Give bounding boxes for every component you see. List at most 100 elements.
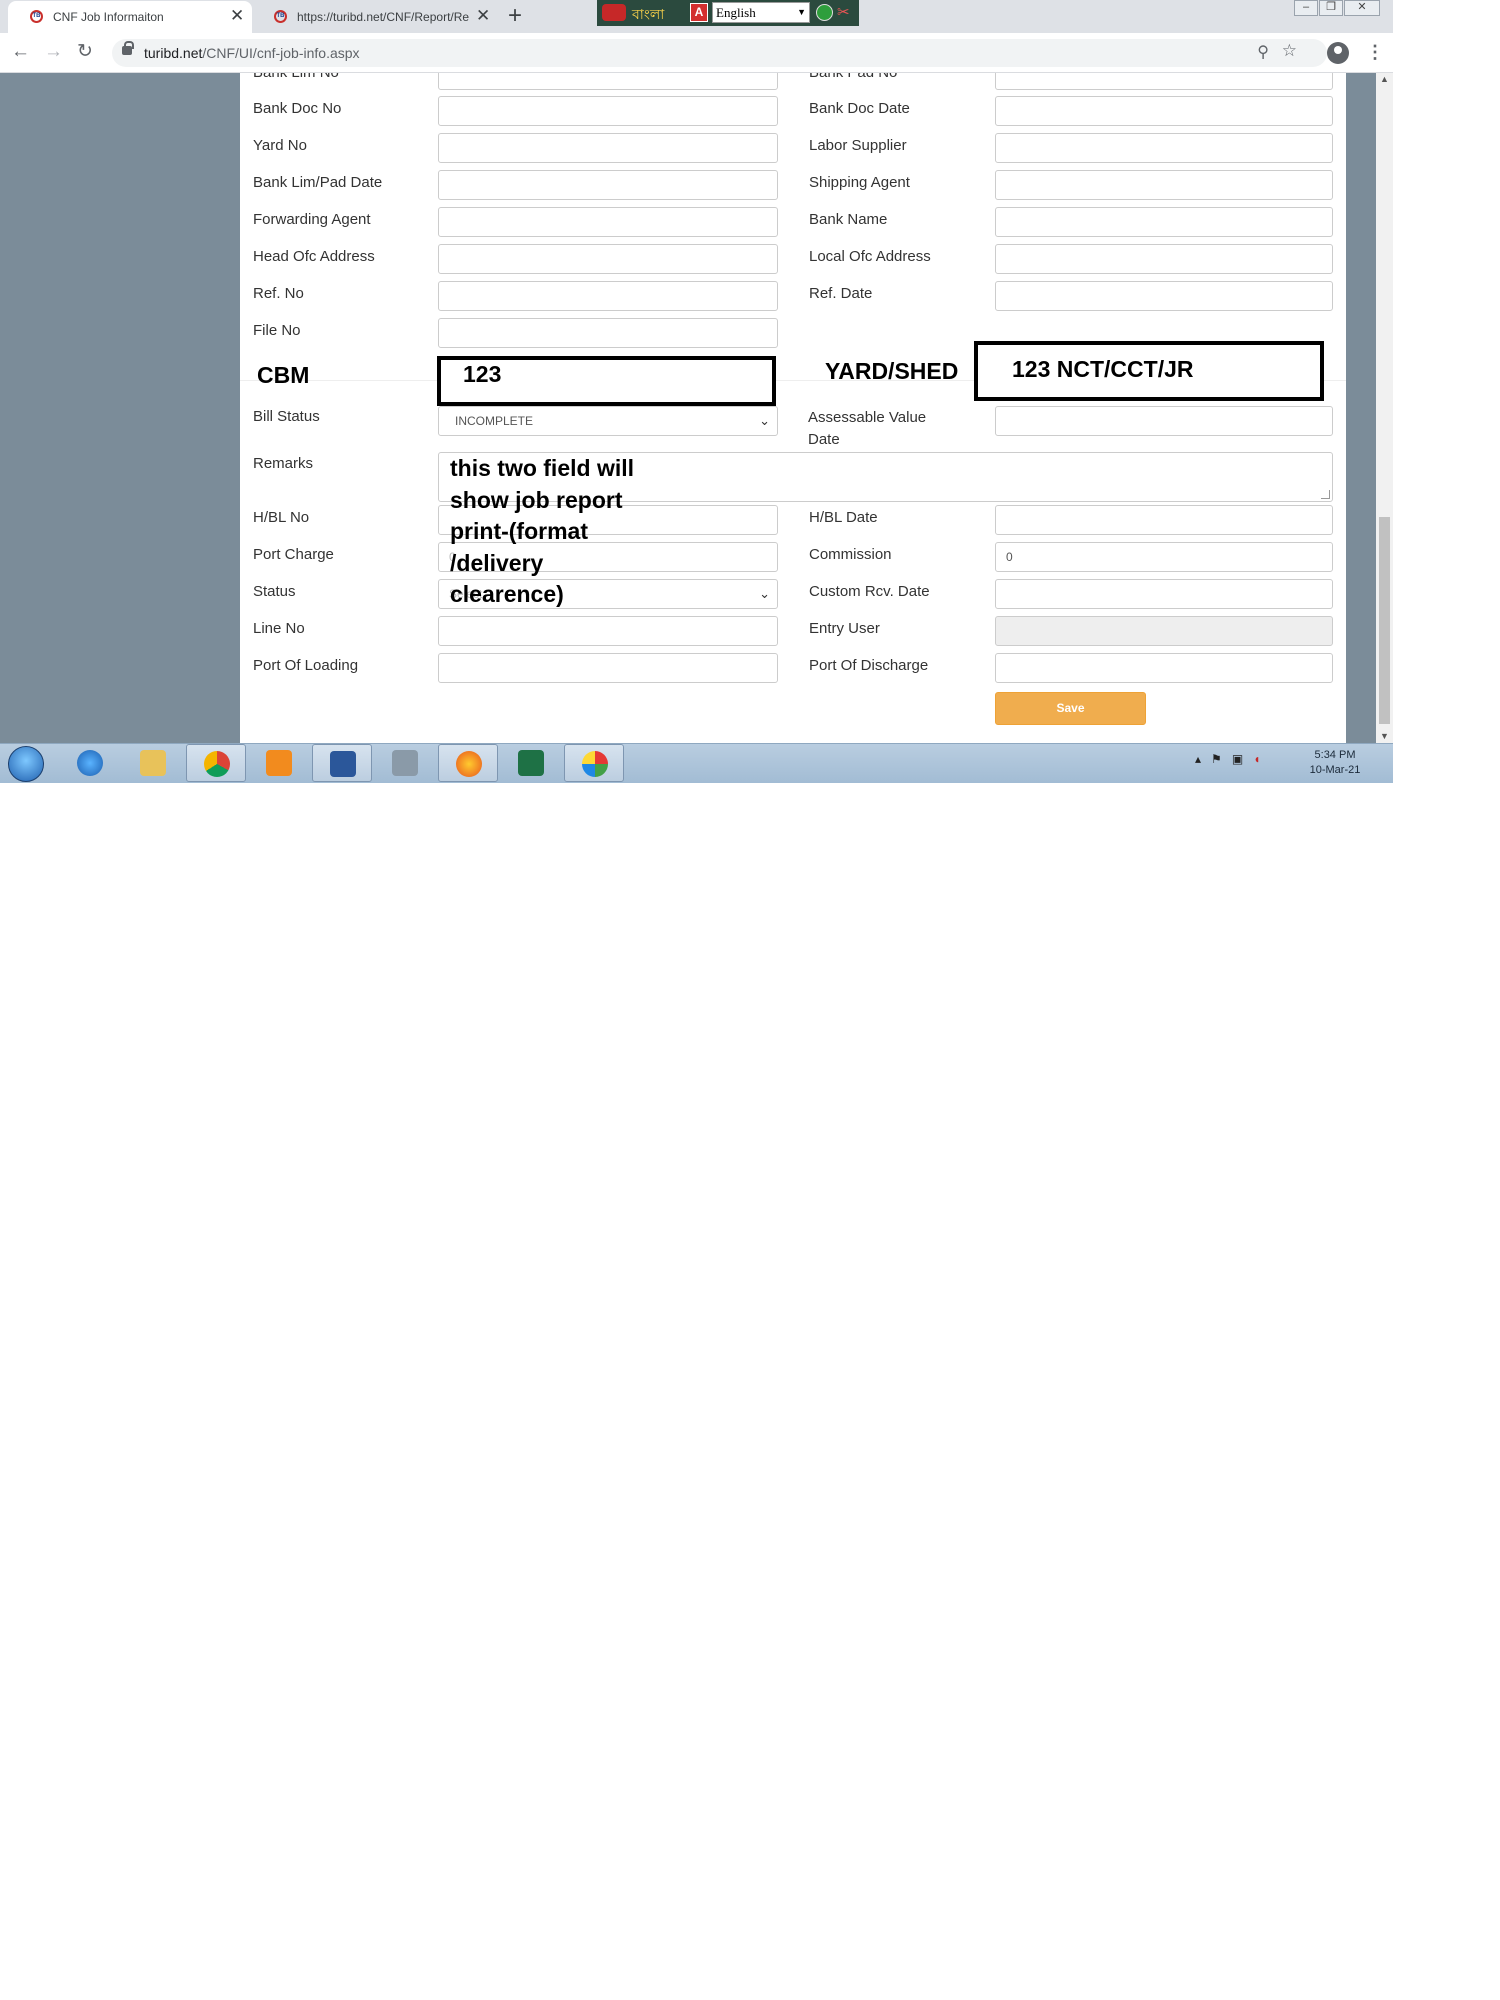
yard-no-label: Yard No bbox=[253, 137, 307, 154]
scrollbar-thumb[interactable] bbox=[1379, 517, 1390, 724]
bookmark-star-icon[interactable]: ☆ bbox=[1282, 41, 1297, 61]
save-button[interactable]: Save bbox=[995, 692, 1146, 725]
browser-menu-icon[interactable]: ⋮ bbox=[1366, 40, 1384, 64]
bank-lim-no-input[interactable] bbox=[438, 73, 778, 90]
bangla-keyboard-icon[interactable] bbox=[602, 4, 626, 21]
ref-no-label: Ref. No bbox=[253, 285, 304, 302]
reload-icon[interactable]: ↻ bbox=[77, 40, 93, 64]
bill-status-value: INCOMPLETE bbox=[455, 414, 534, 428]
head-ofc-address-input[interactable] bbox=[438, 244, 778, 274]
shipping-agent-input[interactable] bbox=[995, 170, 1333, 200]
paint-taskbar-icon[interactable] bbox=[564, 744, 624, 782]
bank-doc-no-label: Bank Doc No bbox=[253, 100, 342, 117]
network-icon[interactable]: ▣ bbox=[1232, 752, 1243, 766]
close-window-icon[interactable]: ✕ bbox=[1344, 0, 1380, 16]
shipping-agent-label: Shipping Agent bbox=[809, 174, 910, 191]
bill-status-select[interactable]: INCOMPLETE ⌄ bbox=[438, 406, 778, 436]
local-ofc-address-input[interactable] bbox=[995, 244, 1333, 274]
line-no-label: Line No bbox=[253, 620, 305, 637]
local-ofc-address-label: Local Ofc Address bbox=[809, 248, 931, 265]
bank-lim-pad-date-input[interactable] bbox=[438, 170, 778, 200]
restore-icon[interactable]: ❐ bbox=[1319, 0, 1343, 16]
forwarding-agent-input[interactable] bbox=[438, 207, 778, 237]
tb-logo-icon: TB bbox=[274, 10, 287, 23]
tab-report[interactable]: TB https://turibd.net/CNF/Report/Re ✕ bbox=[252, 1, 496, 33]
language-toolbar: বাংলা A English ▼ ✂ bbox=[597, 0, 859, 26]
taskbar-clock[interactable]: 5:34 PM 10-Mar-21 bbox=[1300, 748, 1370, 778]
file-no-input[interactable] bbox=[438, 318, 778, 348]
word-taskbar-icon[interactable] bbox=[312, 744, 372, 782]
labor-supplier-input[interactable] bbox=[995, 133, 1333, 163]
custom-rcv-date-input[interactable] bbox=[995, 579, 1333, 609]
url-host: turibd.net bbox=[144, 45, 203, 61]
ref-date-label: Ref. Date bbox=[809, 285, 873, 302]
resize-handle-icon[interactable] bbox=[1321, 490, 1330, 499]
line-no-input[interactable] bbox=[438, 616, 778, 646]
bank-doc-no-input[interactable] bbox=[438, 96, 778, 126]
page-scrollbar[interactable]: ▲ ▼ bbox=[1376, 73, 1393, 743]
port-of-discharge-label: Port Of Discharge bbox=[809, 657, 929, 674]
bank-name-input[interactable] bbox=[995, 207, 1333, 237]
port-of-loading-input[interactable] bbox=[438, 653, 778, 683]
file-no-label: File No bbox=[253, 322, 301, 339]
bank-name-label: Bank Name bbox=[809, 211, 888, 228]
bank-lim-pad-date-label: Bank Lim/Pad Date bbox=[253, 174, 383, 191]
scroll-down-icon[interactable]: ▼ bbox=[1380, 731, 1389, 741]
scroll-up-icon[interactable]: ▲ bbox=[1380, 74, 1389, 84]
flag-icon[interactable]: ⚑ bbox=[1211, 752, 1222, 766]
bill-status-label: Bill Status bbox=[253, 408, 320, 425]
commission-input[interactable]: 0 bbox=[995, 542, 1333, 572]
close-tab-icon[interactable]: ✕ bbox=[230, 6, 244, 26]
internet-explorer-taskbar-icon[interactable] bbox=[60, 744, 120, 782]
windows-start-icon[interactable] bbox=[8, 746, 44, 782]
network-printer-taskbar-icon[interactable] bbox=[375, 744, 435, 782]
bank-doc-date-label: Bank Doc Date bbox=[809, 100, 910, 117]
clock-date: 10-Mar-21 bbox=[1309, 764, 1361, 776]
status-label: Status bbox=[253, 583, 296, 600]
globe-icon[interactable] bbox=[816, 4, 833, 21]
assessable-value-date-input[interactable] bbox=[995, 406, 1333, 436]
lock-icon[interactable] bbox=[122, 41, 134, 55]
close-tab-icon[interactable]: ✕ bbox=[476, 6, 490, 26]
ref-no-input[interactable] bbox=[438, 281, 778, 311]
tb-logo-icon: TB bbox=[30, 10, 43, 23]
page-viewport: Bank Lim No Bank Doc No Yard No Bank Lim… bbox=[0, 73, 1376, 743]
url-path: /CNF/UI/cnf-job-info.aspx bbox=[202, 45, 360, 61]
hbl-date-input[interactable] bbox=[995, 505, 1333, 535]
language-select[interactable]: English ▼ bbox=[712, 2, 810, 23]
yard-shed-input[interactable]: 123 NCT/CCT/JR bbox=[974, 341, 1324, 401]
media-player-taskbar-icon[interactable] bbox=[249, 744, 309, 782]
zoom-icon[interactable]: ⚲ bbox=[1257, 42, 1269, 62]
hbl-date-label: H/BL Date bbox=[809, 509, 878, 526]
yard-no-input[interactable] bbox=[438, 133, 778, 163]
system-tray: ▴ ⚑ ▣ ◖ bbox=[1195, 752, 1260, 766]
bank-doc-date-input[interactable] bbox=[995, 96, 1333, 126]
file-explorer-taskbar-icon[interactable] bbox=[123, 744, 183, 782]
minimize-icon[interactable]: – bbox=[1294, 0, 1318, 16]
profile-avatar-icon[interactable] bbox=[1327, 42, 1349, 64]
tab-cnf-job-information[interactable]: TB CNF Job Informaiton ✕ bbox=[8, 1, 252, 33]
port-of-discharge-input[interactable] bbox=[995, 653, 1333, 683]
firefox-taskbar-icon[interactable] bbox=[438, 744, 498, 782]
back-arrow-icon[interactable]: ← bbox=[11, 40, 30, 64]
tool-icon[interactable]: ✂ bbox=[837, 3, 850, 21]
forward-arrow-icon[interactable]: → bbox=[44, 40, 63, 64]
bank-pad-no-input[interactable] bbox=[995, 73, 1333, 90]
volume-muted-icon[interactable]: ◖ bbox=[1253, 752, 1260, 766]
cbm-input[interactable]: 123 bbox=[437, 356, 776, 406]
adobe-icon[interactable]: A bbox=[690, 3, 708, 22]
ref-date-input[interactable] bbox=[995, 281, 1333, 311]
chevron-down-icon: ⌄ bbox=[759, 586, 770, 601]
chrome-taskbar-icon[interactable] bbox=[186, 744, 246, 782]
head-ofc-address-label: Head Ofc Address bbox=[253, 248, 375, 265]
url-field[interactable]: turibd.net/CNF/UI/cnf-job-info.aspx ⚲ ☆ bbox=[112, 39, 1327, 67]
port-charge-label: Port Charge bbox=[253, 546, 334, 563]
bangla-label[interactable]: বাংলা bbox=[632, 3, 664, 27]
tray-expand-icon[interactable]: ▴ bbox=[1195, 752, 1201, 766]
entry-user-label: Entry User bbox=[809, 620, 880, 637]
new-tab-plus-icon[interactable]: + bbox=[508, 3, 522, 29]
excel-taskbar-icon[interactable] bbox=[501, 744, 561, 782]
remarks-annotation-note: this two field will show job report prin… bbox=[450, 455, 634, 607]
assessable-value-date-label: Assessable Value Date bbox=[808, 409, 927, 448]
bank-lim-no-label: Bank Lim No bbox=[253, 73, 339, 81]
